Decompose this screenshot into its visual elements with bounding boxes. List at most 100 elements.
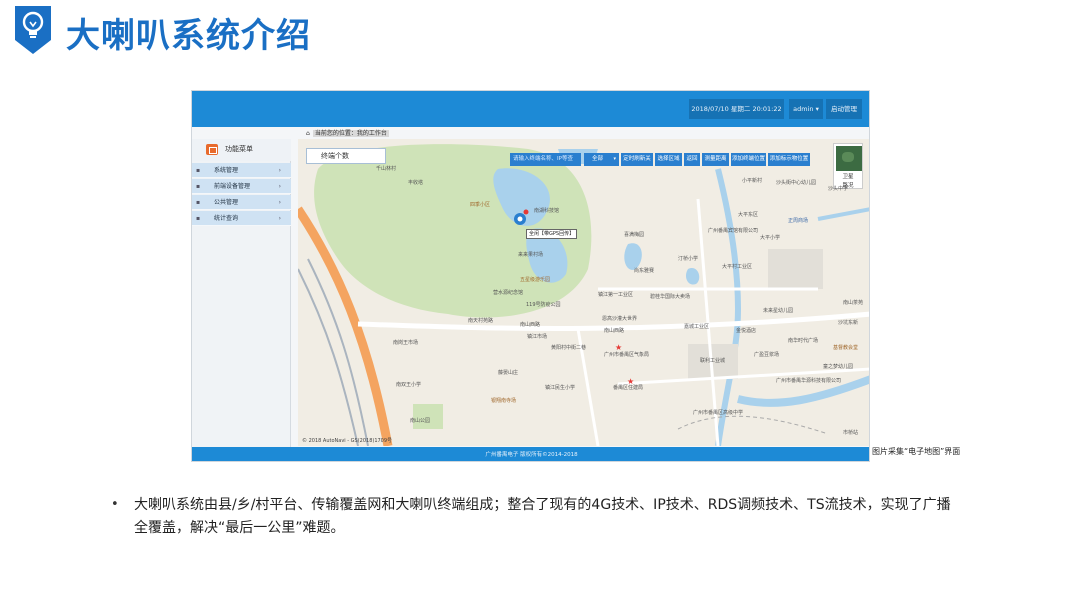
datetime-display: 2018/07/10 星期二 20:01:22 — [689, 99, 784, 119]
map-poi: 大平小学 — [760, 235, 781, 241]
sidebar-item-system[interactable]: ▪ 系统管理 › — [192, 163, 291, 178]
map-poi: 联利工业城 — [700, 358, 726, 364]
chevron-down-icon: ▾ — [613, 156, 616, 162]
map-poi: 广州市番禺华源科技有限公司 — [776, 378, 842, 384]
map-poi: 丰收塔 — [408, 180, 424, 186]
map-poi: 汀桥小学 — [678, 256, 699, 262]
map-poi: 大平村工业区 — [722, 264, 753, 270]
map-poi: 镇江第一工业区 — [598, 292, 634, 298]
figure-caption: 图片采集“电子地图”界面 — [872, 447, 961, 456]
map-poi: 沙坑东新 — [838, 320, 859, 326]
scope-select[interactable]: 全部 ▾ — [584, 153, 619, 166]
sidebar-item-label: 公共管理 — [214, 199, 239, 206]
map-poi: 碧桂华国际大卖场 — [650, 294, 691, 300]
sidebar-item-label: 前端设备管理 — [214, 183, 251, 190]
toolbar-refresh-button[interactable]: 定时刷新关 — [621, 153, 653, 166]
map-poi: 南华时代广场 — [788, 338, 819, 344]
slide: 大喇叭系统介绍 2018/07/10 星期二 20:01:22 admin ▾ … — [0, 0, 1080, 608]
map-layer-switch[interactable]: 卫星 路况 — [833, 143, 863, 189]
bullet-icon: ▪ — [196, 183, 201, 190]
chevron-right-icon: › — [278, 167, 281, 174]
app-screenshot: 2018/07/10 星期二 20:01:22 admin ▾ 启动管理 ⌂ 当前… — [191, 90, 870, 462]
app-footer: 广州番禺电子 版权所有©2014-2018 — [192, 447, 869, 461]
breadcrumb: ⌂ 当前您的位置：我的工作台 — [306, 129, 389, 139]
map-poi: 喜满梅园 — [624, 232, 645, 238]
toolbar-add-marker-button[interactable]: 添加标示物位置 — [768, 153, 810, 166]
map-poi: 番禺区住建局 — [613, 385, 644, 391]
map-poi: 广州市番禺区气象局 — [604, 352, 650, 358]
map-poi: 来来果村场 — [518, 252, 544, 258]
map-poi: 南山西路 — [520, 322, 541, 328]
bullet-icon: ▪ — [196, 215, 201, 222]
map-poi: 广州市番禺区高级中学 — [693, 410, 744, 416]
map-poi: 南山公园 — [410, 418, 431, 424]
map-poi: 119号防疫公园 — [526, 302, 561, 308]
map-poi: 南天村苑路 — [468, 318, 494, 324]
menu-icon — [206, 144, 218, 155]
toolbar-select-area-button[interactable]: 选择区域 — [655, 153, 682, 166]
map-poi: 镇江市场 — [527, 334, 548, 340]
start-management-button[interactable]: 启动管理 — [826, 99, 862, 119]
satellite-layer-label[interactable]: 卫星 — [834, 172, 862, 180]
terminal-count-box[interactable]: 终端个数 — [306, 148, 386, 164]
bullet-icon: ▪ — [196, 167, 201, 174]
sidebar-item-stats[interactable]: ▪ 统计查询 › — [192, 211, 291, 226]
slide-title: 大喇叭系统介绍 — [66, 16, 311, 56]
map-poi: 恩高沙灌大世界 — [602, 316, 638, 322]
map-poi: 千山林村 — [376, 166, 397, 172]
map-poi: 市桥站 — [843, 430, 859, 436]
map-copyright: © 2018 AutoNavi - GS(2018)1709号 — [302, 438, 393, 444]
map-poi: 金悦酒店 — [736, 328, 757, 334]
terminal-search-input[interactable]: 请输入终端名称、IP等查 — [510, 153, 581, 166]
breadcrumb-text: 当前您的位置：我的工作台 — [312, 130, 389, 137]
map-poi: 五星级游乐园 — [520, 277, 551, 283]
map-poi: 未来星幼儿园 — [763, 308, 794, 314]
bullet-dot: • — [111, 497, 119, 512]
map-poi: 银翔南寺场 — [491, 398, 517, 404]
map-poi: 小平新村 — [742, 178, 763, 184]
map-poi: 营水源纪念馆 — [493, 290, 524, 296]
sidebar-item-label: 系统管理 — [214, 167, 239, 174]
map-poi: 大平东区 — [738, 212, 759, 218]
map-poi: 四季小区 — [470, 202, 491, 208]
map-poi: 南湖科技馆 — [534, 208, 560, 214]
sidebar-item-label: 统计查询 — [214, 215, 239, 222]
map-poi: 南山西路 — [604, 328, 625, 334]
sidebar-item-devices[interactable]: ▪ 前端设备管理 › — [192, 179, 291, 194]
map-poi: 广盈豆浆场 — [754, 352, 780, 358]
user-menu-button[interactable]: admin ▾ — [789, 99, 823, 119]
toolbar-add-terminal-button[interactable]: 添加终端位置 — [731, 153, 766, 166]
map-poi: 尚东雅赛 — [634, 268, 655, 274]
lightbulb-badge-icon — [15, 6, 51, 54]
sidebar-header: 功能菜单 — [192, 139, 291, 161]
map-poi: 童之梦幼儿园 — [823, 364, 854, 370]
map-poi: 基督教会堂 — [833, 345, 859, 351]
map-poi: 南岗王市场 — [393, 340, 419, 346]
toolbar-measure-button[interactable]: 测量距离 — [702, 153, 729, 166]
map-poi: 南双王小学 — [396, 382, 422, 388]
app-topbar: 2018/07/10 星期二 20:01:22 admin ▾ 启动管理 — [192, 91, 869, 127]
map-poi: 南山茶苑 — [843, 300, 864, 306]
map-poi: 嘉城工业区 — [684, 324, 710, 330]
map-poi: 镇江民生小学 — [545, 385, 576, 391]
sidebar-header-label: 功能菜单 — [225, 145, 253, 153]
map-poi: 沙头中学 — [828, 186, 849, 192]
map-poi: 正周商场 — [788, 218, 809, 224]
map-poi: 广州番禺宾馆有限公司 — [708, 228, 759, 234]
chevron-right-icon: › — [278, 183, 281, 190]
map-poi: 藤晏山庄 — [498, 370, 519, 376]
chevron-right-icon: › — [278, 215, 281, 222]
body-paragraph: 大喇叭系统由县/乡/村平台、传输覆盖网和大喇叭终端组成；整合了现有的4G技术、I… — [134, 497, 951, 536]
toolbar-back-button[interactable]: 返回 — [684, 153, 700, 166]
sidebar: 功能菜单 ▪ 系统管理 › ▪ 前端设备管理 › ▪ 公共管理 › ▪ 统计查询… — [192, 139, 291, 447]
satellite-thumbnail — [836, 146, 862, 171]
sidebar-item-public[interactable]: ▪ 公共管理 › — [192, 195, 291, 210]
bullet-icon: ▪ — [196, 199, 201, 206]
home-icon[interactable]: ⌂ — [306, 129, 310, 139]
electronic-map[interactable]: ★ ★ 终端个数 请输入终端名称、IP等查 全部 ▾ 定时刷新关 选择区域 返回 … — [298, 139, 869, 446]
chevron-right-icon: › — [278, 199, 281, 206]
terminal-pin-label[interactable]: 全闲【带GPS回传】 — [526, 229, 578, 239]
scope-value: 全部 — [592, 156, 604, 162]
map-poi: 沙头街中心幼儿园 — [776, 180, 817, 186]
map-poi: 黄阳村中街二巷 — [551, 345, 587, 351]
